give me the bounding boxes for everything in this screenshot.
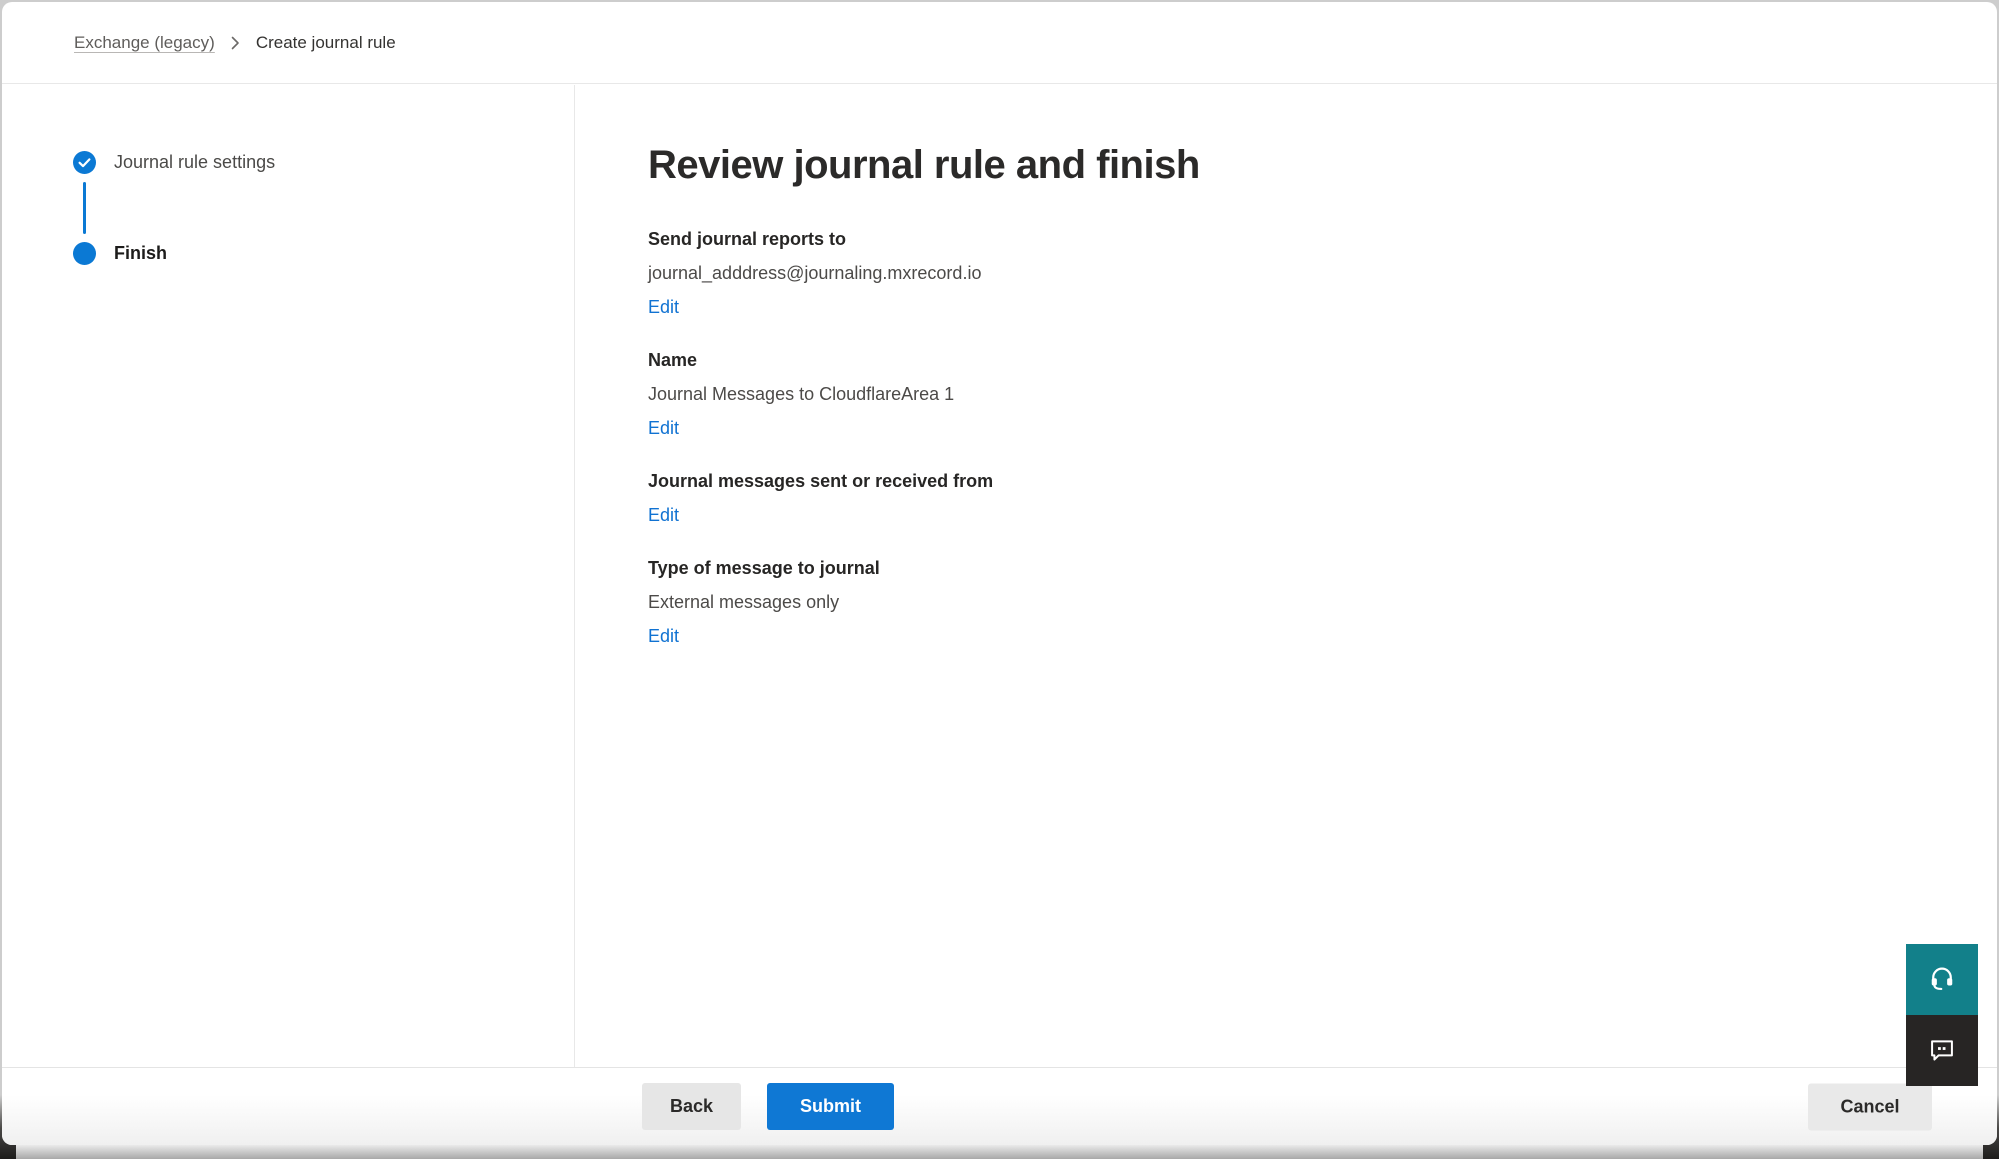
screen: Exchange (legacy) Create journal rule <box>0 0 1999 1159</box>
headset-icon <box>1928 964 1956 995</box>
cancel-button[interactable]: Cancel <box>1808 1083 1932 1130</box>
section-edit-link[interactable]: Edit <box>648 297 679 318</box>
step-current-dot-icon <box>73 242 96 265</box>
chat-icon <box>1928 1035 1956 1066</box>
review-sections: Send journal reports to journal_adddress@… <box>648 229 1957 647</box>
step-completed-check-icon <box>73 151 96 174</box>
review-section: Type of message to journal External messa… <box>648 558 1957 647</box>
wizard-step-finish[interactable]: Finish <box>73 242 574 265</box>
submit-button[interactable]: Submit <box>767 1083 894 1130</box>
section-value: External messages only <box>648 592 1957 613</box>
section-edit-link[interactable]: Edit <box>648 626 679 647</box>
step-connector-line <box>83 182 86 234</box>
breadcrumb-create-journal-rule: Create journal rule <box>256 33 396 53</box>
help-support-button[interactable] <box>1906 944 1978 1015</box>
back-button[interactable]: Back <box>642 1083 741 1130</box>
section-label: Journal messages sent or received from <box>648 471 1957 492</box>
review-section: Journal messages sent or received from Ed… <box>648 471 1957 526</box>
support-button-stack <box>1906 944 1978 1086</box>
top-bar: Exchange (legacy) Create journal rule <box>2 2 1997 84</box>
section-edit-link[interactable]: Edit <box>648 418 679 439</box>
window-bottom-shadow <box>16 1145 1983 1159</box>
section-label: Name <box>648 350 1957 371</box>
wizard-step-journal-rule-settings[interactable]: Journal rule settings <box>73 151 574 174</box>
review-section: Send journal reports to journal_adddress@… <box>648 229 1957 318</box>
section-value: journal_adddress@journaling.mxrecord.io <box>648 263 1957 284</box>
wizard-step-label: Finish <box>114 243 167 264</box>
section-label: Type of message to journal <box>648 558 1957 579</box>
footer-action-bar: Back Submit Cancel <box>2 1067 1997 1145</box>
breadcrumb: Exchange (legacy) Create journal rule <box>74 33 396 53</box>
wizard-step-rail: Journal rule settings Finish <box>2 85 575 1067</box>
main-content: Review journal rule and finish Send jour… <box>575 85 1997 1067</box>
page-title: Review journal rule and finish <box>648 141 1957 189</box>
breadcrumb-exchange-legacy[interactable]: Exchange (legacy) <box>74 33 215 53</box>
review-section: Name Journal Messages to CloudflareArea 1… <box>648 350 1957 439</box>
chevron-right-icon <box>231 36 240 50</box>
section-value: Journal Messages to CloudflareArea 1 <box>648 384 1957 405</box>
admin-center-window: Exchange (legacy) Create journal rule <box>2 2 1997 1145</box>
section-edit-link[interactable]: Edit <box>648 505 679 526</box>
section-label: Send journal reports to <box>648 229 1957 250</box>
wizard-step-label: Journal rule settings <box>114 152 275 173</box>
page-body: Journal rule settings Finish Review jour… <box>2 85 1997 1067</box>
feedback-button[interactable] <box>1906 1015 1978 1086</box>
